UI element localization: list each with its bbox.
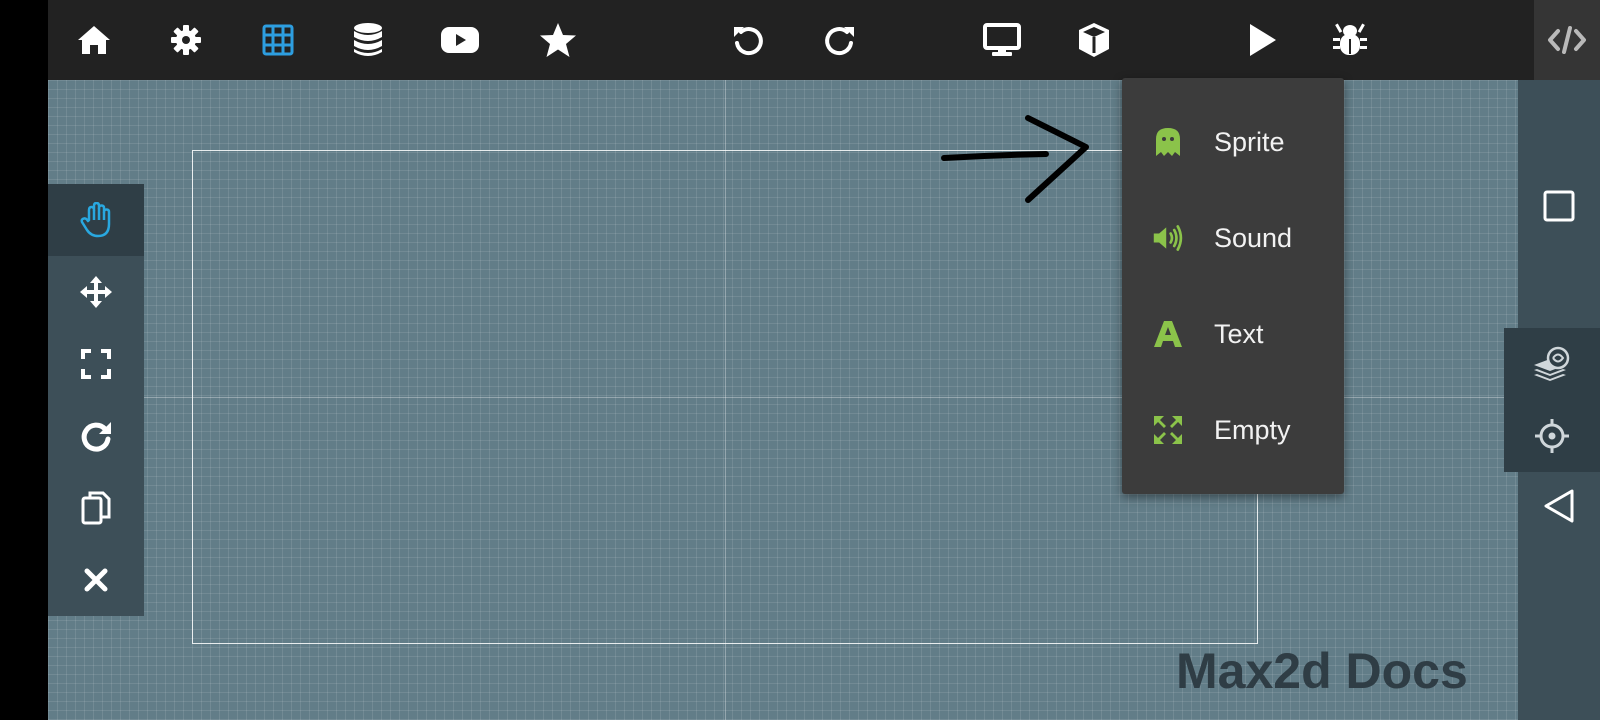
- grid-icon: [262, 24, 294, 56]
- right-layer-group: [1504, 328, 1600, 472]
- pan-tool-button[interactable]: [48, 184, 144, 256]
- duplicate-tool-button[interactable]: [48, 472, 144, 544]
- home-icon: [78, 26, 110, 54]
- menu-item-label: Text: [1214, 318, 1264, 349]
- square-icon: [1543, 190, 1575, 222]
- gear-icon: [171, 25, 201, 55]
- speaker-icon: [1152, 222, 1184, 254]
- code-icon: [1548, 26, 1586, 54]
- menu-item-label: Sprite: [1214, 126, 1285, 157]
- text-icon: [1152, 318, 1184, 350]
- scene-bounds: [192, 150, 1258, 644]
- move-tool-button[interactable]: [48, 256, 144, 328]
- youtube-button[interactable]: [434, 14, 486, 66]
- layers-button[interactable]: [1511, 328, 1593, 400]
- menu-item-text[interactable]: Text: [1122, 286, 1344, 382]
- select-frame-button[interactable]: [1518, 170, 1600, 242]
- add-object-menu: Sprite Sound Text Empty: [1122, 78, 1344, 494]
- debug-button[interactable]: [1324, 14, 1376, 66]
- ghost-icon: [1152, 126, 1184, 158]
- undo-button[interactable]: [722, 14, 774, 66]
- expand-arrows-icon: [1152, 414, 1184, 446]
- layers-icon: [1534, 346, 1570, 381]
- undo-icon: [734, 27, 763, 56]
- bug-icon: [1333, 23, 1367, 55]
- delete-tool-button[interactable]: [48, 544, 144, 616]
- top-toolbar: [48, 0, 1600, 80]
- editor-app: Sprite Sound Text Empty Max2d Docs: [48, 0, 1600, 720]
- database-button[interactable]: [342, 14, 394, 66]
- redo-button[interactable]: [814, 14, 866, 66]
- database-icon: [354, 23, 382, 56]
- grid-toggle-button[interactable]: [252, 14, 304, 66]
- menu-item-label: Empty: [1214, 414, 1291, 445]
- scale-tool-button[interactable]: [48, 328, 144, 400]
- watermark-text: Max2d Docs: [1176, 643, 1468, 699]
- preview-screen-button[interactable]: [976, 14, 1028, 66]
- menu-item-sound[interactable]: Sound: [1122, 190, 1344, 286]
- move-icon: [80, 276, 112, 308]
- youtube-icon: [441, 27, 479, 53]
- add-object-button[interactable]: [1068, 14, 1120, 66]
- code-editor-button[interactable]: [1534, 0, 1600, 80]
- favorites-button[interactable]: [532, 14, 584, 66]
- collapse-panel-button[interactable]: [1518, 470, 1600, 542]
- rotate-tool-button[interactable]: [48, 400, 144, 472]
- settings-button[interactable]: [160, 14, 212, 66]
- back-triangle-icon: [1544, 489, 1574, 523]
- play-button[interactable]: [1236, 14, 1288, 66]
- delete-icon: [84, 568, 108, 592]
- hand-drawn-arrow-icon: [941, 115, 1089, 203]
- menu-item-empty[interactable]: Empty: [1122, 382, 1344, 478]
- copy-icon: [81, 491, 111, 525]
- home-button[interactable]: [68, 14, 120, 66]
- left-tool-panel: [48, 184, 144, 616]
- crosshair-icon: [1535, 419, 1569, 453]
- rotate-icon: [81, 422, 111, 452]
- cube-icon: [1079, 23, 1109, 57]
- star-icon: [540, 23, 576, 57]
- menu-item-label: Sound: [1214, 222, 1293, 253]
- play-icon: [1250, 24, 1276, 56]
- monitor-icon: [983, 23, 1021, 56]
- menu-item-sprite[interactable]: Sprite: [1122, 94, 1344, 190]
- hand-icon: [80, 202, 111, 238]
- center-target-button[interactable]: [1511, 400, 1593, 472]
- scale-icon: [81, 349, 111, 379]
- redo-icon: [825, 27, 854, 56]
